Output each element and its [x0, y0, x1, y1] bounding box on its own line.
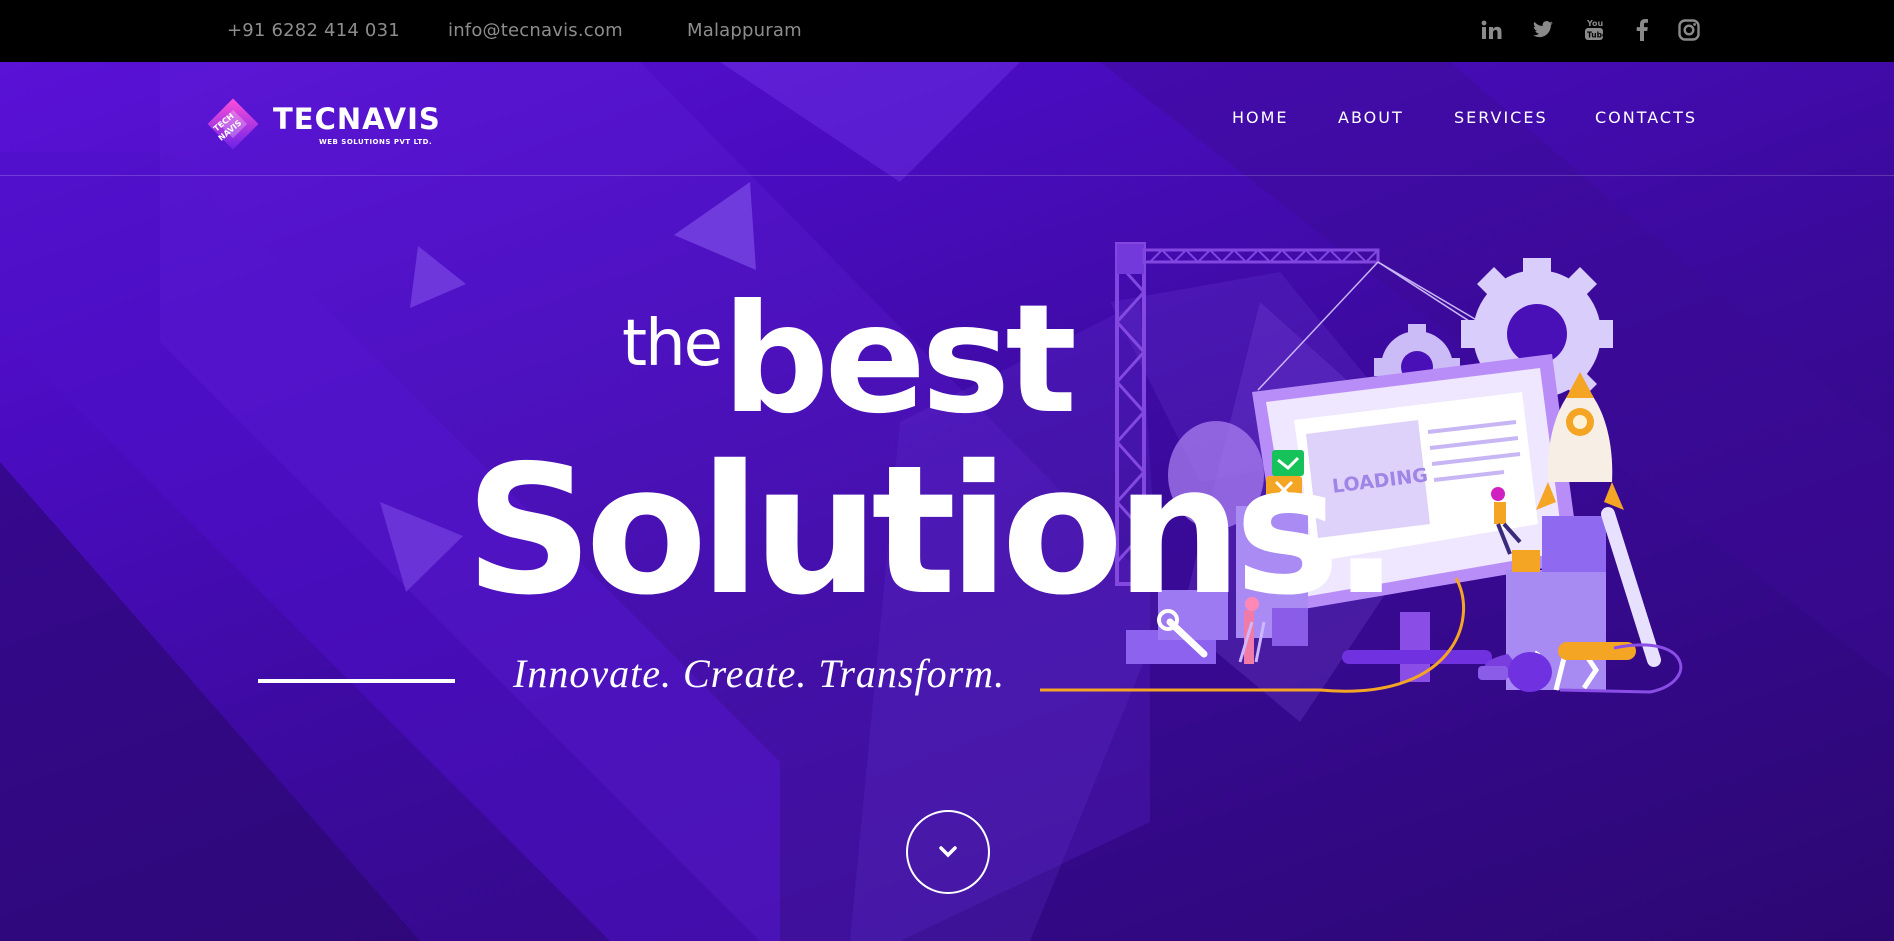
tagline-rule [258, 679, 455, 683]
brand-subtitle: WEB SOLUTIONS PVT LTD. [319, 138, 433, 146]
linkedin-icon[interactable] [1477, 15, 1507, 45]
nav-home[interactable]: HOME [1232, 108, 1289, 127]
twitter-icon[interactable] [1528, 15, 1558, 45]
facebook-icon[interactable] [1627, 15, 1657, 45]
headline-the: the [622, 307, 723, 381]
hero-tagline: Innovate. Create. Transform. [513, 651, 1006, 696]
instagram-icon[interactable] [1674, 15, 1704, 45]
header-divider [0, 175, 1894, 176]
youtube-icon[interactable]: You Tube [1579, 15, 1609, 45]
brand-name: TECNAVIS [273, 102, 441, 136]
phone-number[interactable]: +91 6282 414 031 [227, 20, 400, 41]
top-contact-bar: +91 6282 414 031 info@tecnavis.com Malap… [0, 0, 1894, 62]
nav-contacts[interactable]: CONTACTS [1595, 108, 1697, 127]
nav-services[interactable]: SERVICES [1454, 108, 1548, 127]
svg-text:You: You [1586, 19, 1604, 28]
email-address[interactable]: info@tecnavis.com [448, 20, 623, 41]
logo-diamond-icon: TECH NAVIS [207, 98, 259, 150]
nav-about[interactable]: ABOUT [1338, 108, 1404, 127]
scroll-down-button[interactable] [906, 810, 990, 894]
brand-logo[interactable]: TECH NAVIS TECNAVIS WEB SOLUTIONS PVT LT… [205, 92, 440, 152]
hero-section: LOADING TECH NAVIS TECNAVIS WEB SOLUTION… [0, 62, 1894, 941]
svg-text:Tube: Tube [1587, 31, 1604, 40]
chevron-down-icon [939, 846, 957, 858]
headline-solutions: Solutions. [465, 427, 1400, 634]
headline-best: best [722, 273, 1077, 447]
location-text: Malappuram [687, 20, 802, 41]
